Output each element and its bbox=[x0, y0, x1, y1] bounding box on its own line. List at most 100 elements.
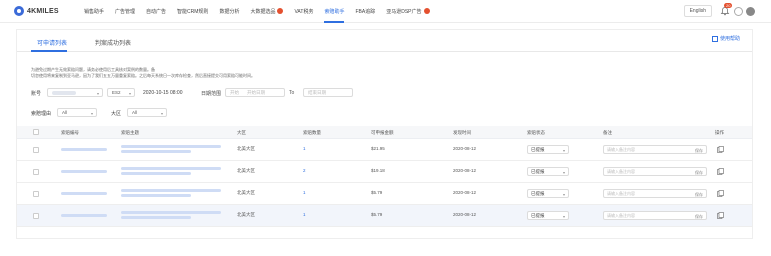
row-checkbox[interactable] bbox=[33, 213, 39, 219]
row-checkbox[interactable] bbox=[33, 147, 39, 153]
nav-item[interactable]: VAT税务 bbox=[294, 0, 313, 23]
nav-item-label: 销售助手 bbox=[84, 8, 105, 15]
remark-save-button[interactable]: 保存 bbox=[695, 148, 703, 154]
claim-id-redacted[interactable] bbox=[61, 192, 107, 195]
table-row[interactable]: 北美大区 1 $5.79 2020-08-12 已提报 ▾ 请输入备注内容 保存 bbox=[17, 183, 752, 205]
chevron-down-icon: ▾ bbox=[562, 148, 565, 153]
remark-input[interactable]: 请输入备注内容 保存 bbox=[603, 189, 707, 198]
remark-input[interactable]: 请输入备注内容 保存 bbox=[603, 145, 707, 154]
account-select[interactable]: ▾ bbox=[47, 88, 103, 97]
quantity-cell[interactable]: 1 bbox=[303, 190, 306, 195]
found-time-cell: 2020-08-12 bbox=[453, 168, 477, 173]
end-date-input[interactable]: 结束日期 bbox=[303, 88, 353, 97]
claims-card: 可申请列表 判案成功列表 使用帮助 为避免过期产生无效索赔问题，请务必使用后工具… bbox=[16, 29, 753, 239]
claim-id-redacted[interactable] bbox=[61, 170, 107, 173]
date-prefix: 开始 bbox=[230, 89, 239, 95]
claim-id-redacted[interactable] bbox=[61, 148, 107, 151]
nav-item[interactable]: 广告管理 bbox=[115, 0, 135, 23]
reason-value: All bbox=[62, 110, 68, 115]
nav-item-label: 亚马逊DSP广告 bbox=[386, 8, 422, 15]
remark-placeholder: 请输入备注内容 bbox=[607, 168, 635, 174]
row-checkbox[interactable] bbox=[33, 191, 39, 197]
found-time-cell: 2020-08-12 bbox=[453, 190, 477, 195]
nav-item-label: FBA追踪 bbox=[355, 8, 376, 15]
claim-subject-redacted[interactable] bbox=[121, 167, 221, 170]
nav-menu: 销售助手 广告管理 自动广告 智能CRM规则 数据分析 大数据选品 VAT税务 索赔助手 FBA… bbox=[84, 0, 441, 23]
date-range-separator: To bbox=[289, 90, 295, 96]
remark-input[interactable]: 请输入备注内容 保存 bbox=[603, 211, 707, 220]
quantity-cell[interactable]: 1 bbox=[303, 212, 306, 217]
account-value-redacted bbox=[52, 90, 76, 95]
status-value: 已提报 bbox=[531, 212, 545, 218]
quantity-cell[interactable]: 1 bbox=[303, 146, 306, 151]
copy-icon[interactable] bbox=[717, 146, 724, 153]
language-switch[interactable]: English bbox=[683, 5, 712, 17]
account-label: 账号 bbox=[31, 91, 42, 97]
tab-success-list[interactable]: 判案成功列表 bbox=[95, 38, 131, 47]
chevron-down-icon: ▾ bbox=[562, 214, 565, 219]
brand-logo[interactable]: 4KMILES bbox=[14, 6, 84, 16]
quantity-cell[interactable]: 2 bbox=[303, 168, 306, 173]
nav-item-label: 智能CRM规则 bbox=[177, 8, 209, 15]
status-select[interactable]: 已提报 ▾ bbox=[527, 211, 569, 220]
logo-text: 4KMILES bbox=[27, 7, 59, 15]
remark-save-button[interactable]: 保存 bbox=[695, 214, 703, 220]
nav-item-label: 广告管理 bbox=[115, 8, 136, 15]
claim-subject-redacted[interactable] bbox=[121, 211, 221, 214]
chevron-down-icon: ▾ bbox=[128, 91, 131, 96]
start-date-input[interactable]: 开始 开始日期 bbox=[225, 88, 285, 97]
status-select[interactable]: 已提报 ▾ bbox=[527, 145, 569, 154]
copy-icon[interactable] bbox=[717, 212, 724, 219]
nav-item-label: 索赔助手 bbox=[324, 8, 345, 15]
row-checkbox[interactable] bbox=[33, 169, 39, 175]
header-quantity[interactable]: 索赔数量 bbox=[303, 130, 321, 136]
nav-item[interactable]: 销售助手 bbox=[84, 0, 104, 23]
claim-subject-redacted[interactable] bbox=[121, 189, 221, 192]
active-tab-indicator bbox=[31, 50, 67, 52]
copy-icon[interactable] bbox=[717, 190, 724, 197]
table-row[interactable]: 北美大区 1 $21.95 2020-08-12 已提报 ▾ 请输入备注内容 保存 bbox=[17, 139, 752, 161]
nav-item[interactable]: FBA追踪 bbox=[355, 0, 375, 23]
select-all-checkbox[interactable] bbox=[33, 129, 39, 135]
new-badge-icon bbox=[423, 8, 430, 14]
top-navigation: 4KMILES 销售助手 广告管理 自动广告 智能CRM规则 数据分析 大数据选品 VAT税… bbox=[0, 0, 771, 23]
help-icon bbox=[711, 35, 718, 42]
remark-save-button[interactable]: 保存 bbox=[695, 170, 703, 176]
header-amount[interactable]: 可申报金额 bbox=[371, 130, 394, 136]
tab-claimable-list[interactable]: 可申请列表 bbox=[37, 38, 67, 47]
claim-subject-redacted[interactable] bbox=[121, 145, 221, 148]
claim-id-redacted[interactable] bbox=[61, 214, 107, 217]
claim-subject-redacted-line2 bbox=[121, 194, 191, 197]
nav-item[interactable]: 索赔助手 bbox=[324, 0, 345, 23]
user-avatar[interactable] bbox=[746, 6, 755, 16]
notification-bell-icon[interactable]: 20 bbox=[720, 3, 733, 16]
status-select[interactable]: 已提报 ▾ bbox=[527, 167, 569, 176]
start-date-placeholder: 开始日期 bbox=[247, 89, 265, 95]
nav-item-label: VAT税务 bbox=[294, 8, 314, 15]
table-row[interactable]: 北美大区 1 $5.79 2020-08-12 已提报 ▾ 请输入备注内容 保存 bbox=[17, 205, 752, 227]
region-label: 大区 bbox=[111, 111, 122, 117]
claim-subject-redacted-line2 bbox=[121, 216, 191, 219]
nav-item[interactable]: 智能CRM规则 bbox=[177, 0, 208, 23]
region-select[interactable]: All ▾ bbox=[127, 108, 167, 117]
status-select[interactable]: 已提报 ▾ bbox=[527, 189, 569, 198]
nav-item[interactable]: 自动广告 bbox=[146, 0, 166, 23]
copy-icon[interactable] bbox=[717, 168, 724, 175]
region-cell: 北美大区 bbox=[237, 168, 255, 173]
site-select[interactable]: ES2 ▾ bbox=[107, 88, 135, 97]
nav-item[interactable]: 大数据选品 bbox=[250, 0, 284, 23]
nav-item[interactable]: 亚马逊DSP广告 bbox=[386, 0, 430, 23]
header-found-time: 发现时间 bbox=[453, 130, 471, 135]
remark-placeholder: 请输入备注内容 bbox=[607, 190, 635, 196]
remark-placeholder: 请输入备注内容 bbox=[607, 212, 635, 218]
header-claim-id: 索赔编号 bbox=[61, 130, 79, 135]
nav-item[interactable]: 数据分析 bbox=[219, 0, 239, 23]
remark-input[interactable]: 请输入备注内容 保存 bbox=[603, 167, 707, 176]
reason-select[interactable]: All ▾ bbox=[57, 108, 97, 117]
settings-icon[interactable] bbox=[734, 6, 743, 16]
remark-save-button[interactable]: 保存 bbox=[695, 192, 703, 198]
nav-item-label: 自动广告 bbox=[146, 8, 167, 15]
help-link[interactable]: 使用帮助 bbox=[711, 35, 740, 42]
amount-cell: $5.79 bbox=[371, 212, 383, 217]
table-row[interactable]: 北美大区 2 $19.18 2020-08-12 已提报 ▾ 请输入备注内容 保存 bbox=[17, 161, 752, 183]
